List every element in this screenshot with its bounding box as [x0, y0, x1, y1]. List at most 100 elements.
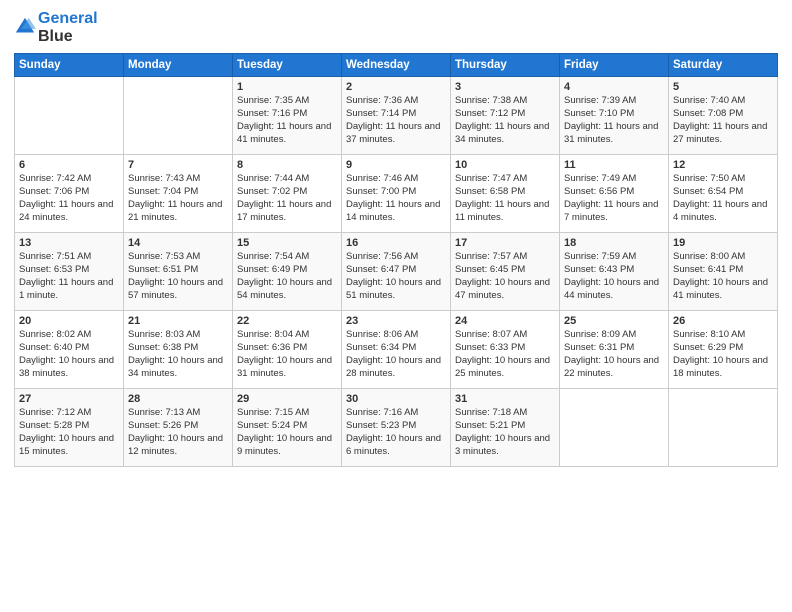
- day-number: 17: [455, 237, 555, 249]
- day-number: 5: [673, 81, 773, 93]
- cell-info: Sunrise: 7:35 AM Sunset: 7:16 PM Dayligh…: [237, 95, 337, 146]
- day-number: 30: [346, 393, 446, 405]
- calendar-cell: 9Sunrise: 7:46 AM Sunset: 7:00 PM Daylig…: [342, 155, 451, 233]
- calendar-cell: 22 Sunrise: 8:04 AM Sunset: 6:36 PM Dayli…: [233, 311, 342, 389]
- day-number: 15: [237, 237, 337, 249]
- cell-info: Sunrise: 8:10 AM Sunset: 6:29 PM Dayligh…: [673, 329, 773, 380]
- day-number: 31: [455, 393, 555, 405]
- calendar-cell: 30 Sunrise: 7:16 AM Sunset: 5:23 PM Dayli…: [342, 389, 451, 467]
- cell-info: Sunrise: 8:07 AM Sunset: 6:33 PM Dayligh…: [455, 329, 555, 380]
- cell-info: Sunrise: 7:36 AM Sunset: 7:14 PM Dayligh…: [346, 95, 446, 146]
- cell-info: Sunrise: 7:43 AM Sunset: 7:04 PM Dayligh…: [128, 173, 228, 224]
- calendar-cell: 27Sunrise: 7:12 AM Sunset: 5:28 PM Dayli…: [15, 389, 124, 467]
- calendar-cell: 3 Sunrise: 7:38 AM Sunset: 7:12 PM Daylig…: [451, 77, 560, 155]
- day-number: 20: [19, 315, 119, 327]
- day-number: 8: [237, 159, 337, 171]
- logo: GeneralBlue: [14, 10, 98, 45]
- cell-info: Sunrise: 7:15 AM Sunset: 5:24 PM Dayligh…: [237, 407, 337, 458]
- day-header-wednesday: Wednesday: [342, 54, 451, 77]
- calendar-cell: 14Sunrise: 7:53 AM Sunset: 6:51 PM Dayli…: [124, 233, 233, 311]
- cell-info: Sunrise: 7:42 AM Sunset: 7:06 PM Dayligh…: [19, 173, 119, 224]
- calendar-cell: 31 Sunrise: 7:18 AM Sunset: 5:21 PM Dayli…: [451, 389, 560, 467]
- cell-info: Sunrise: 7:16 AM Sunset: 5:23 PM Dayligh…: [346, 407, 446, 458]
- day-number: 28: [128, 393, 228, 405]
- day-number: 13: [19, 237, 119, 249]
- calendar-cell: 13Sunrise: 7:51 AM Sunset: 6:53 PM Dayli…: [15, 233, 124, 311]
- week-row-1: 6 Sunrise: 7:42 AM Sunset: 7:06 PM Daylig…: [15, 155, 778, 233]
- calendar-cell: 18 Sunrise: 7:59 AM Sunset: 6:43 PM Dayli…: [560, 233, 669, 311]
- day-number: 2: [346, 81, 446, 93]
- day-number: 18: [564, 237, 664, 249]
- day-header-monday: Monday: [124, 54, 233, 77]
- cell-info: Sunrise: 7:12 AM Sunset: 5:28 PM Dayligh…: [19, 407, 119, 458]
- calendar-cell: 8 Sunrise: 7:44 AM Sunset: 7:02 PM Daylig…: [233, 155, 342, 233]
- cell-info: Sunrise: 8:09 AM Sunset: 6:31 PM Dayligh…: [564, 329, 664, 380]
- calendar-cell: 28Sunrise: 7:13 AM Sunset: 5:26 PM Dayli…: [124, 389, 233, 467]
- day-number: 6: [19, 159, 119, 171]
- header: GeneralBlue: [14, 10, 778, 45]
- cell-info: Sunrise: 7:39 AM Sunset: 7:10 PM Dayligh…: [564, 95, 664, 146]
- cell-info: Sunrise: 7:53 AM Sunset: 6:51 PM Dayligh…: [128, 251, 228, 302]
- cell-info: Sunrise: 8:03 AM Sunset: 6:38 PM Dayligh…: [128, 329, 228, 380]
- cell-info: Sunrise: 8:00 AM Sunset: 6:41 PM Dayligh…: [673, 251, 773, 302]
- day-number: 3: [455, 81, 555, 93]
- day-number: 22: [237, 315, 337, 327]
- calendar-cell: 10Sunrise: 7:47 AM Sunset: 6:58 PM Dayli…: [451, 155, 560, 233]
- calendar-cell: 26 Sunrise: 8:10 AM Sunset: 6:29 PM Dayli…: [669, 311, 778, 389]
- logo-text: GeneralBlue: [38, 10, 98, 45]
- calendar-cell: [560, 389, 669, 467]
- cell-info: Sunrise: 7:38 AM Sunset: 7:12 PM Dayligh…: [455, 95, 555, 146]
- calendar-cell: [669, 389, 778, 467]
- day-number: 23: [346, 315, 446, 327]
- calendar-cell: 2 Sunrise: 7:36 AM Sunset: 7:14 PM Daylig…: [342, 77, 451, 155]
- cell-info: Sunrise: 8:04 AM Sunset: 6:36 PM Dayligh…: [237, 329, 337, 380]
- cell-info: Sunrise: 7:59 AM Sunset: 6:43 PM Dayligh…: [564, 251, 664, 302]
- day-number: 7: [128, 159, 228, 171]
- day-number: 26: [673, 315, 773, 327]
- calendar-cell: 23 Sunrise: 8:06 AM Sunset: 6:34 PM Dayli…: [342, 311, 451, 389]
- calendar-cell: 6 Sunrise: 7:42 AM Sunset: 7:06 PM Daylig…: [15, 155, 124, 233]
- day-number: 16: [346, 237, 446, 249]
- week-row-2: 13Sunrise: 7:51 AM Sunset: 6:53 PM Dayli…: [15, 233, 778, 311]
- calendar-cell: 20 Sunrise: 8:02 AM Sunset: 6:40 PM Dayli…: [15, 311, 124, 389]
- cell-info: Sunrise: 7:40 AM Sunset: 7:08 PM Dayligh…: [673, 95, 773, 146]
- day-number: 4: [564, 81, 664, 93]
- day-number: 1: [237, 81, 337, 93]
- calendar-cell: 17 Sunrise: 7:57 AM Sunset: 6:45 PM Dayli…: [451, 233, 560, 311]
- cell-info: Sunrise: 7:47 AM Sunset: 6:58 PM Dayligh…: [455, 173, 555, 224]
- day-header-saturday: Saturday: [669, 54, 778, 77]
- calendar-body: 1 Sunrise: 7:35 AM Sunset: 7:16 PM Daylig…: [15, 77, 778, 467]
- week-row-4: 27Sunrise: 7:12 AM Sunset: 5:28 PM Dayli…: [15, 389, 778, 467]
- day-number: 12: [673, 159, 773, 171]
- cell-info: Sunrise: 8:06 AM Sunset: 6:34 PM Dayligh…: [346, 329, 446, 380]
- cell-info: Sunrise: 7:46 AM Sunset: 7:00 PM Dayligh…: [346, 173, 446, 224]
- day-number: 24: [455, 315, 555, 327]
- calendar-cell: 21Sunrise: 8:03 AM Sunset: 6:38 PM Dayli…: [124, 311, 233, 389]
- calendar-cell: 15Sunrise: 7:54 AM Sunset: 6:49 PM Dayli…: [233, 233, 342, 311]
- calendar-cell: [124, 77, 233, 155]
- calendar-table: SundayMondayTuesdayWednesdayThursdayFrid…: [14, 53, 778, 467]
- cell-info: Sunrise: 7:56 AM Sunset: 6:47 PM Dayligh…: [346, 251, 446, 302]
- calendar-page: GeneralBlue SundayMondayTuesdayWednesday…: [0, 0, 792, 612]
- day-number: 11: [564, 159, 664, 171]
- logo-icon: [14, 16, 36, 38]
- cell-info: Sunrise: 7:57 AM Sunset: 6:45 PM Dayligh…: [455, 251, 555, 302]
- calendar-cell: 12Sunrise: 7:50 AM Sunset: 6:54 PM Dayli…: [669, 155, 778, 233]
- calendar-cell: 19 Sunrise: 8:00 AM Sunset: 6:41 PM Dayli…: [669, 233, 778, 311]
- day-number: 29: [237, 393, 337, 405]
- cell-info: Sunrise: 8:02 AM Sunset: 6:40 PM Dayligh…: [19, 329, 119, 380]
- calendar-cell: 24 Sunrise: 8:07 AM Sunset: 6:33 PM Dayli…: [451, 311, 560, 389]
- cell-info: Sunrise: 7:44 AM Sunset: 7:02 PM Dayligh…: [237, 173, 337, 224]
- calendar-cell: [15, 77, 124, 155]
- calendar-cell: 25 Sunrise: 8:09 AM Sunset: 6:31 PM Dayli…: [560, 311, 669, 389]
- day-header-tuesday: Tuesday: [233, 54, 342, 77]
- week-row-0: 1 Sunrise: 7:35 AM Sunset: 7:16 PM Daylig…: [15, 77, 778, 155]
- week-row-3: 20 Sunrise: 8:02 AM Sunset: 6:40 PM Dayli…: [15, 311, 778, 389]
- day-number: 19: [673, 237, 773, 249]
- cell-info: Sunrise: 7:18 AM Sunset: 5:21 PM Dayligh…: [455, 407, 555, 458]
- day-header-friday: Friday: [560, 54, 669, 77]
- calendar-cell: 29 Sunrise: 7:15 AM Sunset: 5:24 PM Dayli…: [233, 389, 342, 467]
- calendar-cell: 1 Sunrise: 7:35 AM Sunset: 7:16 PM Daylig…: [233, 77, 342, 155]
- cell-info: Sunrise: 7:49 AM Sunset: 6:56 PM Dayligh…: [564, 173, 664, 224]
- day-number: 25: [564, 315, 664, 327]
